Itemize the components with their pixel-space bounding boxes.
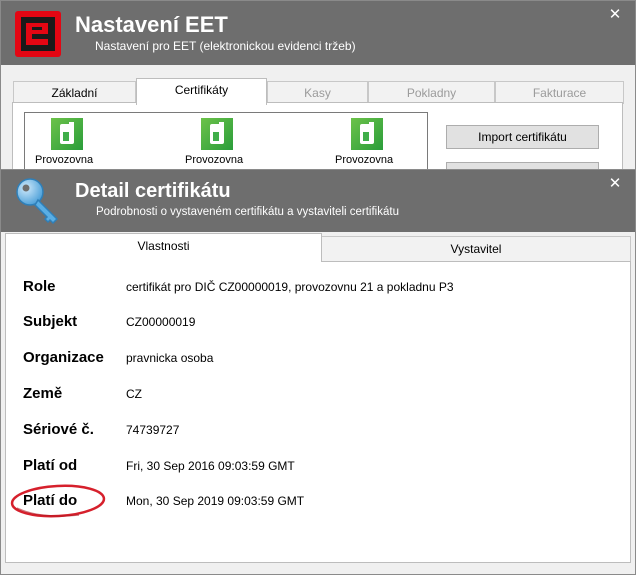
property-row-organizace: Organizace pravnicka osoba [6, 349, 626, 369]
certificate-item[interactable]: Provozovna [335, 118, 415, 170]
certificate-item[interactable]: Provozovna [185, 118, 265, 170]
property-label: Role [23, 278, 56, 295]
property-label: Země [23, 385, 63, 402]
property-value: CZ00000019 [126, 315, 196, 329]
window-title: Detail certifikátu [75, 180, 231, 202]
property-label: Sériové č. [23, 421, 94, 438]
property-label: Subjekt [23, 313, 78, 330]
property-value: Fri, 30 Sep 2016 09:03:59 GMT [126, 459, 295, 473]
tab-certifikaty[interactable]: Certifikáty [136, 78, 267, 105]
property-label: Organizace [23, 349, 104, 366]
certificate-label: Provozovna [185, 154, 244, 166]
property-row-subjekt: Subjekt CZ00000019 [6, 313, 626, 333]
property-label: Platí do [23, 492, 78, 509]
window-title: Nastavení EET [75, 12, 228, 37]
property-value: CZ [126, 387, 142, 401]
window-subtitle: Nastavení pro EET (elektronickou evidenc… [95, 39, 356, 53]
certificate-label: Provozovna [335, 154, 394, 166]
certificate-item[interactable]: Provozovna [35, 118, 115, 170]
tab-kasy: Kasy [267, 81, 368, 104]
certificate-icon [201, 118, 233, 150]
property-row-seriove-cislo: Sériové č. 74739727 [6, 421, 626, 441]
certificate-detail-header: Detail certifikátu Podrobnosti o vystave… [1, 170, 635, 232]
property-row-role: Role certifikát pro DIČ CZ00000019, prov… [6, 278, 626, 298]
certificate-icon [51, 118, 83, 150]
tab-pokladny: Pokladny [368, 81, 495, 104]
properties-panel: Role certifikát pro DIČ CZ00000019, prov… [5, 261, 631, 563]
certificate-icon [351, 118, 383, 150]
close-icon[interactable]: ✕ [607, 7, 623, 23]
property-value: Mon, 30 Sep 2019 09:03:59 GMT [126, 494, 305, 508]
certificate-list: Provozovna Provozovna Provozovna [24, 112, 428, 170]
key-icon [16, 178, 59, 225]
close-icon[interactable]: ✕ [607, 176, 623, 192]
property-row-zeme: Země CZ [6, 385, 626, 405]
tab-fakturace: Fakturace [495, 81, 624, 104]
certificate-detail-window: Detail certifikátu Podrobnosti o vystave… [0, 169, 636, 575]
property-label: Platí od [23, 457, 78, 474]
eet-settings-header: Nastavení EET Nastavení pro EET (elektro… [1, 1, 635, 65]
window-subtitle: Podrobnosti o vystaveném certifikátu a v… [96, 206, 399, 218]
property-value: certifikát pro DIČ CZ00000019, provozovn… [126, 280, 454, 294]
tab-vystavitel[interactable]: Vystavitel [321, 236, 631, 261]
eet-logo-icon [15, 11, 61, 57]
tab-vlastnosti[interactable]: Vlastnosti [5, 233, 322, 262]
property-row-plati-od: Platí od Fri, 30 Sep 2016 09:03:59 GMT [6, 457, 626, 477]
tab-zakladni[interactable]: Základní [13, 81, 136, 104]
property-value: 74739727 [126, 423, 180, 437]
settings-tabs: Základní Certifikáty Kasy Pokladny Faktu… [13, 78, 624, 105]
certificate-label: Provozovna [35, 154, 94, 166]
property-row-plati-do: Platí do Mon, 30 Sep 2019 09:03:59 GMT [6, 484, 626, 518]
import-certificate-button[interactable]: Import certifikátu [446, 125, 599, 149]
property-value: pravnicka osoba [126, 351, 214, 365]
